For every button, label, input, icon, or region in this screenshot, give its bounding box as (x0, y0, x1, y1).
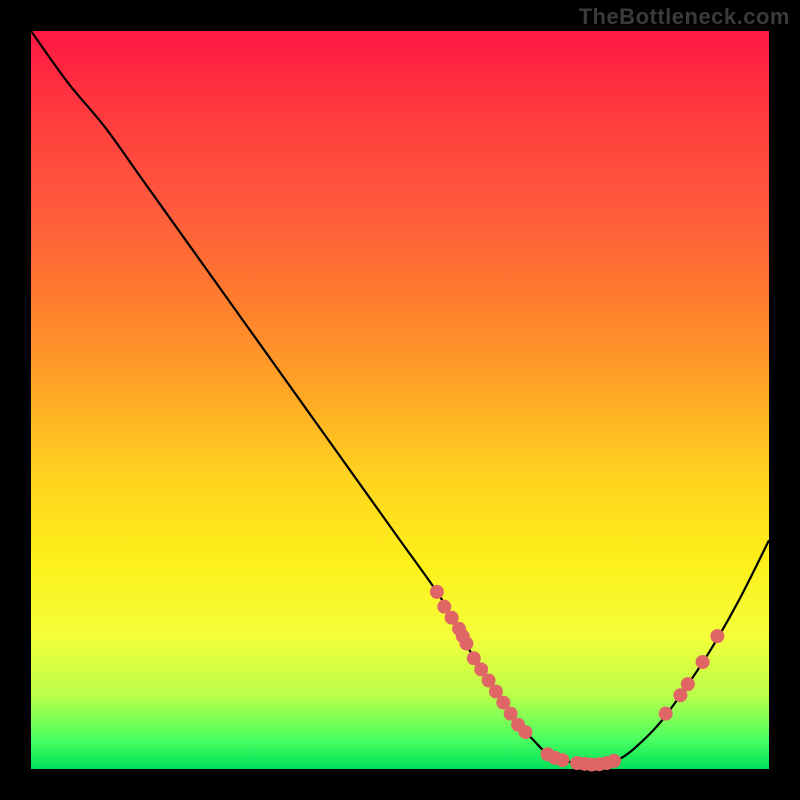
data-dot (696, 655, 710, 669)
chart-frame: TheBottleneck.com (0, 0, 800, 800)
plot-area (31, 31, 769, 769)
data-dot (555, 753, 569, 767)
data-dot (659, 707, 673, 721)
data-dot (430, 585, 444, 599)
data-dots (430, 585, 724, 772)
bottleneck-curve (31, 31, 769, 765)
data-dot (459, 637, 473, 651)
watermark-label: TheBottleneck.com (579, 4, 790, 30)
data-dot (518, 725, 532, 739)
data-dot (710, 629, 724, 643)
data-dot (681, 677, 695, 691)
data-dot (607, 754, 621, 768)
curve-svg (31, 31, 769, 769)
